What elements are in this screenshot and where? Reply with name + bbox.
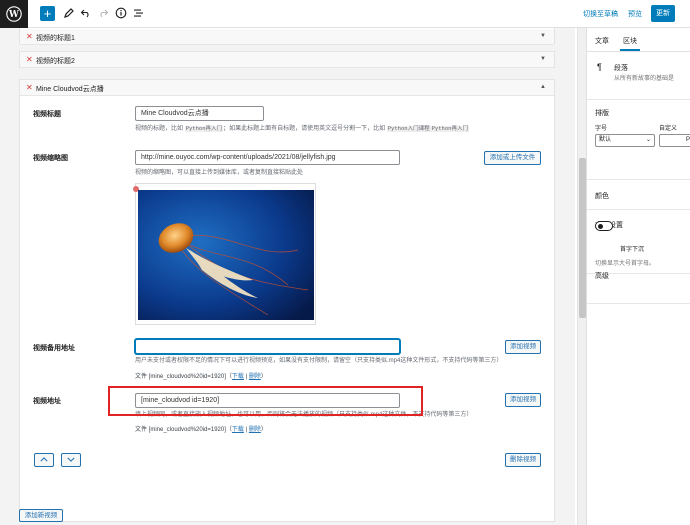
metabox-header[interactable]: ✕ Mine Cloudvod云点播 ▲	[20, 80, 554, 96]
wordpress-logo-icon[interactable]: W	[0, 0, 28, 28]
advanced-title[interactable]: 高级	[595, 271, 609, 281]
info-icon[interactable]	[115, 7, 127, 19]
video-title-label: 视频标题	[33, 111, 61, 118]
video-file-download-link[interactable]: 下载	[232, 427, 244, 433]
backup-file-delete-link[interactable]: 删除	[249, 374, 261, 380]
sidebar-tabs: 文章 区块	[587, 28, 690, 52]
video-file-line: 文件 [mine_cloudvod%20id=1920]（下载 | 删除）	[135, 427, 267, 433]
expand-icon[interactable]: ▼	[540, 33, 546, 39]
color-panel: 颜色	[587, 180, 690, 210]
advanced-panel: 高级	[587, 271, 690, 304]
typography-title[interactable]: 排版	[595, 108, 609, 118]
chevron-down-icon: ⌄	[645, 137, 651, 143]
paragraph-icon: ¶	[597, 62, 602, 72]
video-url-label: 视频地址	[33, 398, 61, 405]
collapsed-video-box-2: ✕ 视频的标题2 ▼	[19, 51, 555, 68]
custom-size-input[interactable]: PX	[659, 134, 690, 147]
drop-cap-toggle[interactable]	[595, 221, 613, 231]
list-view-icon[interactable]	[133, 7, 145, 19]
svg-text:W: W	[8, 10, 19, 20]
undo-icon[interactable]	[80, 7, 92, 19]
add-block-button[interactable]: +	[40, 6, 55, 21]
move-up-button[interactable]	[34, 453, 54, 467]
add-video-button[interactable]: 添加视频	[505, 393, 541, 407]
add-new-video-button[interactable]: 添加新视频	[19, 509, 63, 522]
upload-thumbnail-button[interactable]: 添加或上传文件	[484, 151, 541, 165]
tab-post[interactable]: 文章	[595, 36, 609, 46]
typography-panel: 排版 字号 自定义 默认⌄ PX	[587, 100, 690, 180]
jellyfish-thumbnail-image	[138, 190, 314, 320]
scrollbar-thumb[interactable]	[579, 158, 586, 318]
text-settings-panel: 文本设置 首字下沉 切换显示大号首字母。	[587, 210, 690, 274]
backup-url-desc: 用户未支付或者权限不足的情况下可以进行视频预览，如果没有支付限制，请留空（只支持…	[135, 358, 503, 364]
redo-icon[interactable]	[97, 7, 109, 19]
thumbnail-desc: 视频的缩略图，可以直接上传到媒体库，或者复制直接粘贴此处	[135, 170, 304, 176]
preview-link[interactable]: 预览	[628, 9, 642, 19]
tab-block[interactable]: 区块	[623, 36, 637, 46]
highlight-annotation-box	[108, 386, 423, 416]
remove-icon[interactable]: ✕	[26, 32, 33, 41]
block-description: 从所有新故事的基础是	[614, 76, 675, 82]
drop-cap-desc: 切换显示大号首字母。	[595, 261, 656, 267]
video-title-desc: 视频的标题，比如 Python再入门；如果此标题上面有自标题，请使用英文逗号分割…	[135, 126, 469, 132]
metabox-title: Mine Cloudvod云点播	[36, 86, 104, 93]
metabox-title: 视频的标题1	[36, 35, 75, 42]
chevron-down-icon	[67, 457, 75, 462]
thumbnail-url-input[interactable]: http://mine.ouyoc.com/wp-content/uploads…	[135, 150, 400, 165]
editor-scrollbar[interactable]	[577, 28, 586, 525]
collapsed-video-box-1: ✕ 视频的标题1 ▼	[19, 28, 555, 45]
metabox-title: 视频的标题2	[36, 58, 75, 65]
thumbnail-label: 视频缩略图	[33, 155, 68, 162]
backup-file-download-link[interactable]: 下载	[232, 374, 244, 380]
delete-video-button[interactable]: 删除视频	[505, 453, 541, 467]
top-toolbar: W + 切换至草稿 预览 更新	[0, 0, 690, 28]
backup-file-line: 文件 [mine_cloudvod%20id=1920]（下载 | 删除）	[135, 374, 267, 380]
pencil-icon[interactable]	[63, 7, 75, 19]
expand-icon[interactable]: ▼	[540, 56, 546, 62]
backup-url-label: 视频备用地址	[33, 345, 75, 352]
drop-cap-label: 首字下沉	[620, 247, 645, 253]
font-size-select[interactable]: 默认 ⌄	[595, 134, 655, 147]
remove-icon[interactable]: ✕	[26, 55, 33, 64]
video-file-delete-link[interactable]: 删除	[249, 427, 261, 433]
font-size-label: 字号	[595, 126, 608, 132]
update-button[interactable]: 更新	[651, 5, 675, 22]
collapse-icon[interactable]: ▲	[540, 84, 546, 90]
remove-icon[interactable]: ✕	[26, 83, 33, 92]
metabox-header[interactable]: ✕ 视频的标题2 ▼	[20, 52, 554, 68]
active-tab-indicator	[620, 49, 640, 51]
custom-size-label: 自定义	[659, 126, 678, 132]
block-card: ¶ 段落 从所有新故事的基础是	[587, 52, 690, 100]
backup-url-input[interactable]	[135, 339, 400, 354]
color-title[interactable]: 颜色	[595, 191, 609, 201]
block-name: 段落	[614, 65, 628, 72]
chevron-up-icon	[40, 457, 48, 462]
metabox-header[interactable]: ✕ 视频的标题1 ▼	[20, 29, 554, 45]
video-title-input[interactable]: Mine Cloudvod云点播	[135, 106, 264, 121]
add-backup-video-button[interactable]: 添加视频	[505, 340, 541, 354]
switch-to-draft-link[interactable]: 切换至草稿	[583, 9, 618, 19]
settings-sidebar: 文章 区块 ¶ 段落 从所有新故事的基础是 排版 字号 自定义 默认⌄ PX 颜…	[586, 28, 690, 525]
move-down-button[interactable]	[61, 453, 81, 467]
